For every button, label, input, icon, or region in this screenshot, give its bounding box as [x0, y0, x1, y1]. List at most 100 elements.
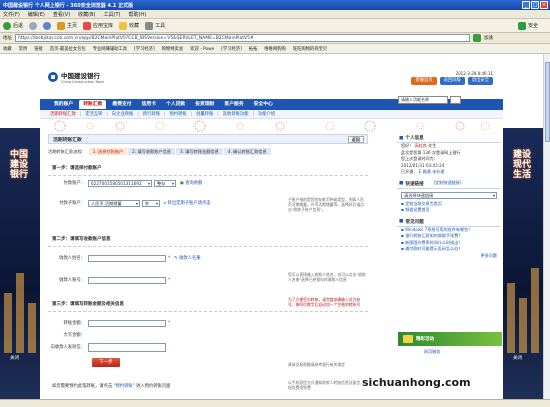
menu-tools[interactable]: 工具(T)	[104, 11, 121, 18]
forward-button[interactable]	[29, 21, 38, 30]
fav-item[interactable]: 旺旺购物的商宝贝	[293, 46, 327, 52]
payee-name-input[interactable]	[88, 254, 166, 262]
right-sidebar: ■ 个人信息 您好！ 高桂良 先生 此次是您第 136 次登录网上银行 您上次登…	[397, 134, 501, 259]
service-home-button[interactable]: 客服首页	[411, 77, 437, 85]
tab-investment[interactable]: 投资理财	[191, 100, 218, 109]
balance-query-link[interactable]: ● 查询余额	[180, 180, 202, 186]
refresh-button[interactable]	[43, 21, 52, 30]
fav-item[interactable]: [学习经济]	[134, 46, 155, 52]
step-item: 2. 填写收款账户信息	[128, 148, 176, 155]
fav-item[interactable]: 常用	[19, 46, 28, 52]
quick-link-item[interactable]: ▪ 频道设置首页	[397, 207, 501, 214]
scrollbar-thumb[interactable]	[545, 62, 550, 142]
scheduled-transfer-link[interactable]: "预约转账"	[114, 384, 135, 389]
address-input[interactable]: https://ibsbjstar.ccb.com.cn/app/B2CMain…	[15, 34, 470, 42]
tab-customer-service[interactable]: 客户服务	[220, 100, 247, 109]
maximize-icon[interactable]: □	[531, 1, 539, 9]
quick-link-label: 定制当前交易为首页	[405, 200, 442, 206]
payee-list-link[interactable]: ✎ 收款人名册	[174, 255, 200, 261]
panel-header: 活期转账汇款 返回	[48, 134, 368, 144]
quick-link-select[interactable]: 请选择快速链接	[401, 191, 497, 199]
currency-select[interactable]: 钞	[142, 199, 160, 207]
subnav-item[interactable]: 定活互转	[85, 111, 102, 117]
amount-upper-row: 大写金额：	[48, 330, 368, 340]
minimize-icon[interactable]: _	[522, 1, 530, 9]
next-step-button[interactable]: 下一步	[92, 358, 120, 367]
apps-button[interactable]: 应用宝库	[83, 21, 114, 30]
customize-quick-links[interactable]: [定制快速链接]	[426, 180, 462, 187]
fav-item[interactable]: 欢迎 - Powe	[190, 46, 214, 52]
tab-my-account[interactable]: 我的账户	[50, 100, 77, 109]
go-button[interactable]: 加速	[484, 35, 493, 41]
return-button[interactable]: 返回	[347, 136, 364, 143]
fav-item[interactable]: 链接	[34, 46, 43, 52]
subnav-item[interactable]: 跨行转账	[143, 111, 160, 117]
step-item: 1. 选择付款账户	[88, 148, 129, 155]
tools-label: 工具	[155, 23, 166, 29]
panel-title: 活期转账汇款	[53, 137, 82, 143]
menu-help[interactable]: 帮助(H)	[128, 11, 146, 18]
left-banner-text: 中国建设银行	[9, 150, 28, 180]
tools-button[interactable]: 工具	[145, 21, 166, 30]
function-search-input[interactable]: 请输入功能名称	[398, 96, 448, 104]
left-banner-close[interactable]: 关闭	[10, 355, 19, 361]
fav-item[interactable]: 首页-最美拉女包包	[50, 46, 86, 52]
back-button[interactable]: 后退	[3, 21, 23, 30]
subnav-item[interactable]: 其他转账功能	[223, 111, 249, 117]
decorative-fireworks	[40, 119, 503, 133]
greeting-suffix: 先生	[428, 143, 437, 148]
subnav-item[interactable]: 活期转账汇款	[50, 111, 76, 117]
tab-credit-card[interactable]: 信用卡	[138, 100, 160, 109]
menu-edit[interactable]: 编辑(E)	[28, 11, 45, 18]
tab-payment[interactable]: 缴费支付	[108, 100, 135, 109]
payer-account-select[interactable]: 6227001580501311692	[88, 179, 152, 187]
logout-button[interactable]: 退出安全	[467, 77, 493, 85]
fav-item[interactable]: 唯唯网购购	[264, 46, 285, 52]
ekey-link[interactable]: E 路通 未办理	[419, 169, 445, 174]
bank-logo[interactable]: 中国建设银行 China Construction Bank	[48, 70, 104, 84]
tab-transfer[interactable]: 转账汇款	[79, 100, 107, 109]
section1-title: 第一步：请选择付款账户	[52, 166, 102, 171]
apps-label: 应用宝库	[93, 23, 114, 29]
divider	[48, 175, 368, 176]
menu-favorites[interactable]: 收藏(B)	[78, 11, 95, 18]
safe-button[interactable]: 安全	[517, 21, 538, 30]
amount-row: 转账金额： *	[48, 318, 368, 328]
amount-input[interactable]	[88, 319, 166, 327]
old-version-button[interactable]: 返回旧版	[439, 77, 465, 85]
payee-account-input[interactable]	[88, 276, 166, 284]
home-button[interactable]: 主页	[57, 21, 77, 30]
fixed-subaccount-link[interactable]: ▸ 转出定期子账户请点击	[164, 200, 211, 206]
question-icon: ■	[399, 219, 404, 224]
tab-loan[interactable]: 个人贷款	[162, 100, 189, 109]
vertical-scrollbar[interactable]	[543, 54, 550, 399]
right-banner-close[interactable]: 关闭	[513, 355, 522, 361]
subnav-item[interactable]: 批量转账	[196, 111, 213, 117]
search-icon[interactable]	[450, 96, 461, 104]
subnav-item[interactable]: 预约转账	[169, 111, 186, 117]
menu-file[interactable]: 文件(F)	[3, 11, 20, 18]
fav-item[interactable]: 专业网赚辅助工具	[93, 46, 127, 52]
favorites-button[interactable]: 收藏	[119, 21, 139, 30]
payee-name-hint: 您可以直接输入收款人姓名，也可以点击"收款人名册"选择已经保存的收款人信息	[288, 272, 366, 282]
safe-label: 安全	[527, 23, 538, 29]
subaccount-select[interactable]: 人民币 活期储蓄	[88, 199, 140, 207]
go-icon[interactable]	[473, 34, 481, 42]
sms-notify-input[interactable]	[88, 342, 166, 352]
tab-security[interactable]: 安全中心	[250, 100, 277, 109]
more-faq-link[interactable]: 更多问题	[397, 253, 501, 260]
subnav-item[interactable]: 向企业转账	[112, 111, 133, 117]
web-service-label[interactable]: 网页服务	[420, 349, 440, 356]
fav-item[interactable]: 购物特卖会	[162, 46, 183, 52]
payer-type-select[interactable]: 整存	[154, 179, 176, 187]
close-icon[interactable]: ×	[540, 1, 548, 9]
subnav-item[interactable]: 功能介绍	[258, 111, 275, 117]
fav-item[interactable]: [学习经济]	[221, 46, 242, 52]
promo-banner[interactable]: 精彩活动	[398, 332, 502, 346]
payer-account-value: 6227001580501311692	[91, 180, 142, 186]
payer-account-label: 付款账户：	[63, 181, 85, 186]
fav-item[interactable]: 收藏	[3, 46, 12, 52]
fav-item[interactable]: 拓拓	[249, 46, 258, 52]
menu-view[interactable]: 查看(V)	[53, 11, 70, 18]
refresh-icon	[43, 21, 52, 30]
